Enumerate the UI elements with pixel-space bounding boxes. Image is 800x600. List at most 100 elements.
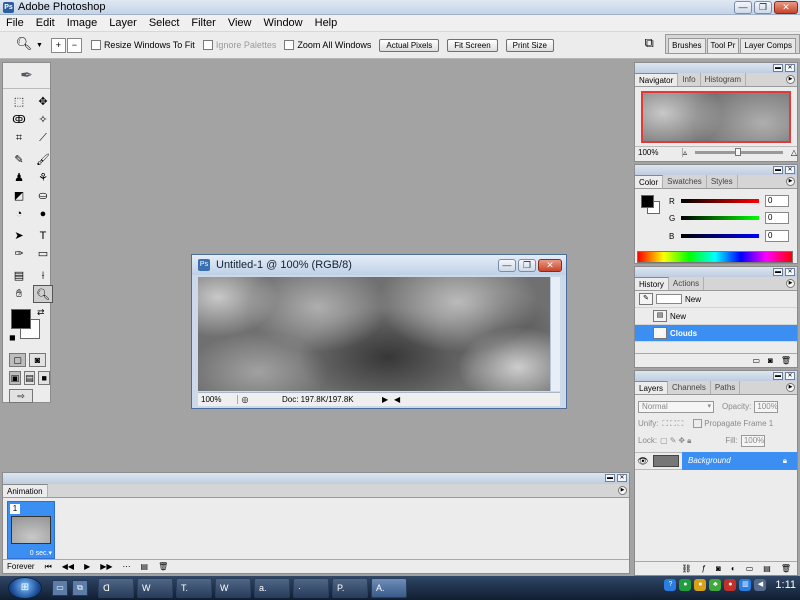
layer-background[interactable]: 👁︎ Background 🔒︎	[635, 452, 797, 470]
visibility-eye-icon[interactable]: 👁︎	[635, 456, 651, 467]
doc-close-button[interactable]: ✕	[538, 259, 562, 272]
tray-icon[interactable]: ♣	[709, 579, 722, 591]
history-step-selected[interactable]: ▤ Clouds	[635, 325, 797, 342]
panel-menu-icon[interactable]: ▶	[618, 486, 627, 495]
navigator-zoom-slider[interactable]	[695, 148, 783, 156]
history-step[interactable]: ▤ New	[635, 308, 797, 325]
tab-paths[interactable]: Paths	[711, 381, 741, 394]
restore-button[interactable]: ❐	[754, 1, 772, 14]
panel-menu-icon[interactable]: ▶	[786, 177, 795, 186]
animation-frame[interactable]: 1 0 sec.▾	[7, 501, 55, 559]
clock[interactable]: 1:11	[775, 579, 796, 591]
red-slider[interactable]	[681, 199, 759, 203]
zoom-out-small-icon[interactable]: ▵	[683, 148, 687, 157]
panel-minimize-icon[interactable]: ▬	[773, 268, 783, 276]
panel-minimize-icon[interactable]: ▬	[605, 474, 615, 482]
edit-in-imageready-icon[interactable]: ⇨	[9, 389, 33, 403]
trash-icon[interactable]: 🗑︎	[781, 356, 791, 365]
lock-transparency-icon[interactable]: ▢	[660, 436, 668, 445]
taskbar-button[interactable]: a.	[254, 578, 290, 598]
opacity-field[interactable]: 100%	[754, 400, 779, 413]
first-frame-icon[interactable]: ⏮	[45, 562, 52, 572]
pen-tool-icon[interactable]: ✑	[9, 245, 29, 263]
history-brush-tool-icon[interactable]: ⚘	[33, 169, 53, 187]
propagate-frame-checkbox[interactable]	[693, 419, 703, 428]
taskbar-button[interactable]: W	[215, 578, 251, 598]
tray-icon[interactable]: ?	[664, 579, 677, 591]
network-icon[interactable]: ▥	[739, 579, 752, 591]
clone-stamp-tool-icon[interactable]: ♟	[9, 169, 29, 187]
tween-icon[interactable]: ⋯	[123, 562, 131, 571]
shape-tool-icon[interactable]: ▭	[33, 245, 53, 263]
paint-bucket-tool-icon[interactable]: ⛀	[33, 187, 53, 205]
panel-close-icon[interactable]: ✕	[785, 268, 795, 276]
tab-layers[interactable]: Layers	[635, 381, 669, 394]
print-size-button[interactable]: Print Size	[505, 38, 554, 52]
blend-mode-select[interactable]: Normal	[638, 400, 714, 413]
tab-brushes[interactable]: Brushes	[668, 38, 706, 53]
status-icon[interactable]: ◎	[238, 395, 252, 404]
eyedropper-tool-icon[interactable]: ⟊	[33, 267, 53, 285]
frame-delay-select[interactable]: 0 sec.▾	[10, 549, 52, 557]
menu-image[interactable]: Image	[61, 15, 104, 32]
loop-select[interactable]: Forever	[7, 562, 35, 571]
unify-visibility-icon[interactable]: ⛶	[670, 419, 676, 429]
menu-filter[interactable]: Filter	[185, 15, 221, 32]
eraser-tool-icon[interactable]: ◩	[9, 187, 29, 205]
previous-frame-icon[interactable]: ◀◀	[62, 562, 74, 571]
marquee-tool-icon[interactable]: ⬚	[9, 93, 29, 111]
zoom-in-large-icon[interactable]: △	[791, 148, 797, 157]
ignore-palettes-checkbox[interactable]: Ignore Palettes	[202, 40, 276, 50]
menu-edit[interactable]: Edit	[30, 15, 61, 32]
full-screen-mode-icon[interactable]: ■	[38, 371, 51, 385]
scroll-left-icon[interactable]: ◀	[394, 395, 400, 404]
menu-layer[interactable]: Layer	[103, 15, 143, 32]
panel-close-icon[interactable]: ✕	[785, 372, 795, 380]
green-value-field[interactable]: 0	[765, 212, 789, 224]
zoom-tool-preset-icon[interactable]: 🔍︎	[14, 36, 34, 54]
swap-colors-icon[interactable]: ⇄	[37, 307, 45, 318]
switch-windows-icon[interactable]: ⧉	[72, 580, 88, 596]
menu-window[interactable]: Window	[258, 15, 309, 32]
blue-value-field[interactable]: 0	[765, 230, 789, 242]
foreground-color-swatch[interactable]	[11, 309, 31, 329]
tray-icon[interactable]: ●	[724, 579, 737, 591]
panel-close-icon[interactable]: ✕	[617, 474, 627, 482]
tab-channels[interactable]: Channels	[668, 381, 711, 394]
lock-all-icon[interactable]: 🔒︎	[687, 436, 691, 446]
tray-icon[interactable]: ●	[694, 579, 707, 591]
duplicate-frame-icon[interactable]: ▤	[141, 562, 149, 571]
play-icon[interactable]: ▶	[84, 562, 90, 571]
close-button[interactable]: ✕	[774, 1, 798, 14]
menu-file[interactable]: File	[0, 15, 30, 32]
start-button[interactable]: ⊞	[8, 577, 42, 599]
trash-icon[interactable]: 🗑︎	[158, 562, 168, 571]
tab-actions[interactable]: Actions	[669, 277, 705, 290]
notes-tool-icon[interactable]: ▤	[9, 267, 29, 285]
navigator-preview[interactable]	[641, 91, 791, 143]
full-screen-menu-mode-icon[interactable]: ▤	[23, 371, 36, 385]
doc-minimize-button[interactable]: —	[498, 259, 516, 272]
unify-style-icon[interactable]: ⛶	[678, 419, 684, 429]
navigator-zoom-field[interactable]: 100%	[635, 148, 683, 157]
taskbar-button[interactable]: ·	[293, 578, 329, 598]
tab-histogram[interactable]: Histogram	[701, 73, 747, 86]
history-brush-source-icon[interactable]: ✎	[639, 293, 653, 305]
lasso-tool-icon[interactable]: ↂ	[9, 111, 29, 129]
panel-menu-icon[interactable]: ▶	[786, 383, 795, 392]
taskbar-button[interactable]: W	[137, 578, 173, 598]
lock-position-icon[interactable]: ✥	[678, 436, 685, 445]
taskbar-button[interactable]: ᗡ	[98, 578, 134, 598]
taskbar-button-photoshop[interactable]: A.	[371, 578, 407, 598]
vertical-scrollbar[interactable]	[550, 277, 560, 391]
zoom-all-windows-checkbox[interactable]: Zoom All Windows	[284, 40, 371, 50]
blue-slider[interactable]	[681, 234, 759, 238]
panel-menu-icon[interactable]: ▶	[786, 75, 795, 84]
lock-image-icon[interactable]: ✎	[670, 436, 677, 445]
layer-style-icon[interactable]: ƒ	[702, 564, 706, 573]
zoom-tool-icon[interactable]: 🔍︎	[33, 285, 53, 303]
tab-animation[interactable]: Animation	[3, 484, 48, 497]
new-layer-icon[interactable]: ▤	[763, 564, 771, 573]
adjustment-layer-icon[interactable]: ◐	[731, 564, 736, 573]
menu-help[interactable]: Help	[309, 15, 344, 32]
